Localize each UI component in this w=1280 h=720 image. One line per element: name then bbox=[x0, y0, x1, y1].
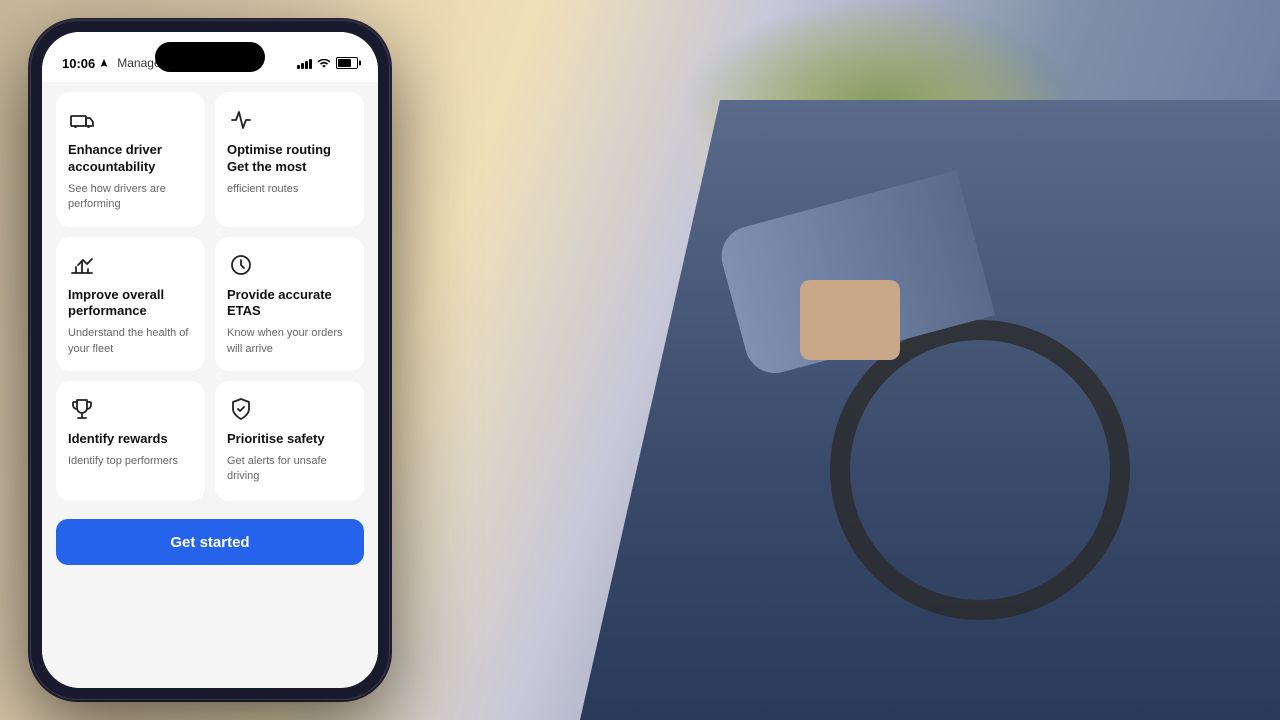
card-improve-performance[interactable]: Improve overall performance Understand t… bbox=[56, 237, 205, 372]
card-optimise-routing-title: Optimise routing Get the most bbox=[227, 142, 352, 176]
card-enhance-driver-title: Enhance driver accountability bbox=[68, 142, 193, 176]
card-prioritise-safety[interactable]: Prioritise safety Get alerts for unsafe … bbox=[215, 381, 364, 501]
battery-fill bbox=[338, 59, 351, 67]
battery-icon bbox=[336, 57, 358, 69]
card-identify-rewards-desc: Identify top performers bbox=[68, 454, 193, 469]
card-enhance-driver-desc: See how drivers are performing bbox=[68, 182, 193, 213]
card-optimise-routing[interactable]: Optimise routing Get the most efficient … bbox=[215, 92, 364, 227]
location-icon bbox=[99, 58, 109, 68]
card-improve-performance-desc: Understand the health of your fleet bbox=[68, 326, 193, 357]
signal-bar-3 bbox=[305, 61, 308, 69]
card-provide-etas-desc: Know when your orders will arrive bbox=[227, 326, 352, 357]
card-enhance-driver[interactable]: Enhance driver accountability See how dr… bbox=[56, 92, 205, 227]
signal-bar-2 bbox=[301, 63, 304, 69]
status-time: 10:06 bbox=[62, 56, 95, 71]
card-improve-performance-title: Improve overall performance bbox=[68, 287, 193, 321]
screen-content: Enhance driver accountability See how dr… bbox=[42, 82, 378, 688]
trophy-icon bbox=[68, 395, 96, 423]
phone-frame: 10:06 Manage V bbox=[30, 20, 390, 700]
card-identify-rewards-title: Identify rewards bbox=[68, 431, 193, 448]
card-prioritise-safety-title: Prioritise safety bbox=[227, 431, 352, 448]
status-icons bbox=[297, 56, 358, 70]
driver-hand-bg bbox=[800, 280, 900, 360]
signal-bar-4 bbox=[309, 59, 312, 69]
card-prioritise-safety-desc: Get alerts for unsafe driving bbox=[227, 454, 352, 485]
wifi-icon bbox=[317, 56, 331, 70]
phone-mockup: 10:06 Manage V bbox=[30, 20, 390, 700]
card-identify-rewards[interactable]: Identify rewards Identify top performers bbox=[56, 381, 205, 501]
get-started-button[interactable]: Get started bbox=[56, 519, 364, 565]
card-provide-etas[interactable]: Provide accurate ETAS Know when your ord… bbox=[215, 237, 364, 372]
card-optimise-routing-desc: efficient routes bbox=[227, 182, 352, 197]
steering-wheel-bg bbox=[830, 320, 1130, 620]
shield-icon bbox=[227, 395, 255, 423]
signal-bar-1 bbox=[297, 65, 300, 69]
phone-screen: 10:06 Manage V bbox=[42, 32, 378, 688]
clock-icon bbox=[227, 251, 255, 279]
routing-icon bbox=[227, 106, 255, 134]
cards-grid: Enhance driver accountability See how dr… bbox=[56, 92, 364, 501]
signal-bars bbox=[297, 57, 312, 69]
truck-icon bbox=[68, 106, 96, 134]
card-provide-etas-title: Provide accurate ETAS bbox=[227, 287, 352, 321]
performance-icon bbox=[68, 251, 96, 279]
dynamic-island bbox=[155, 42, 265, 72]
